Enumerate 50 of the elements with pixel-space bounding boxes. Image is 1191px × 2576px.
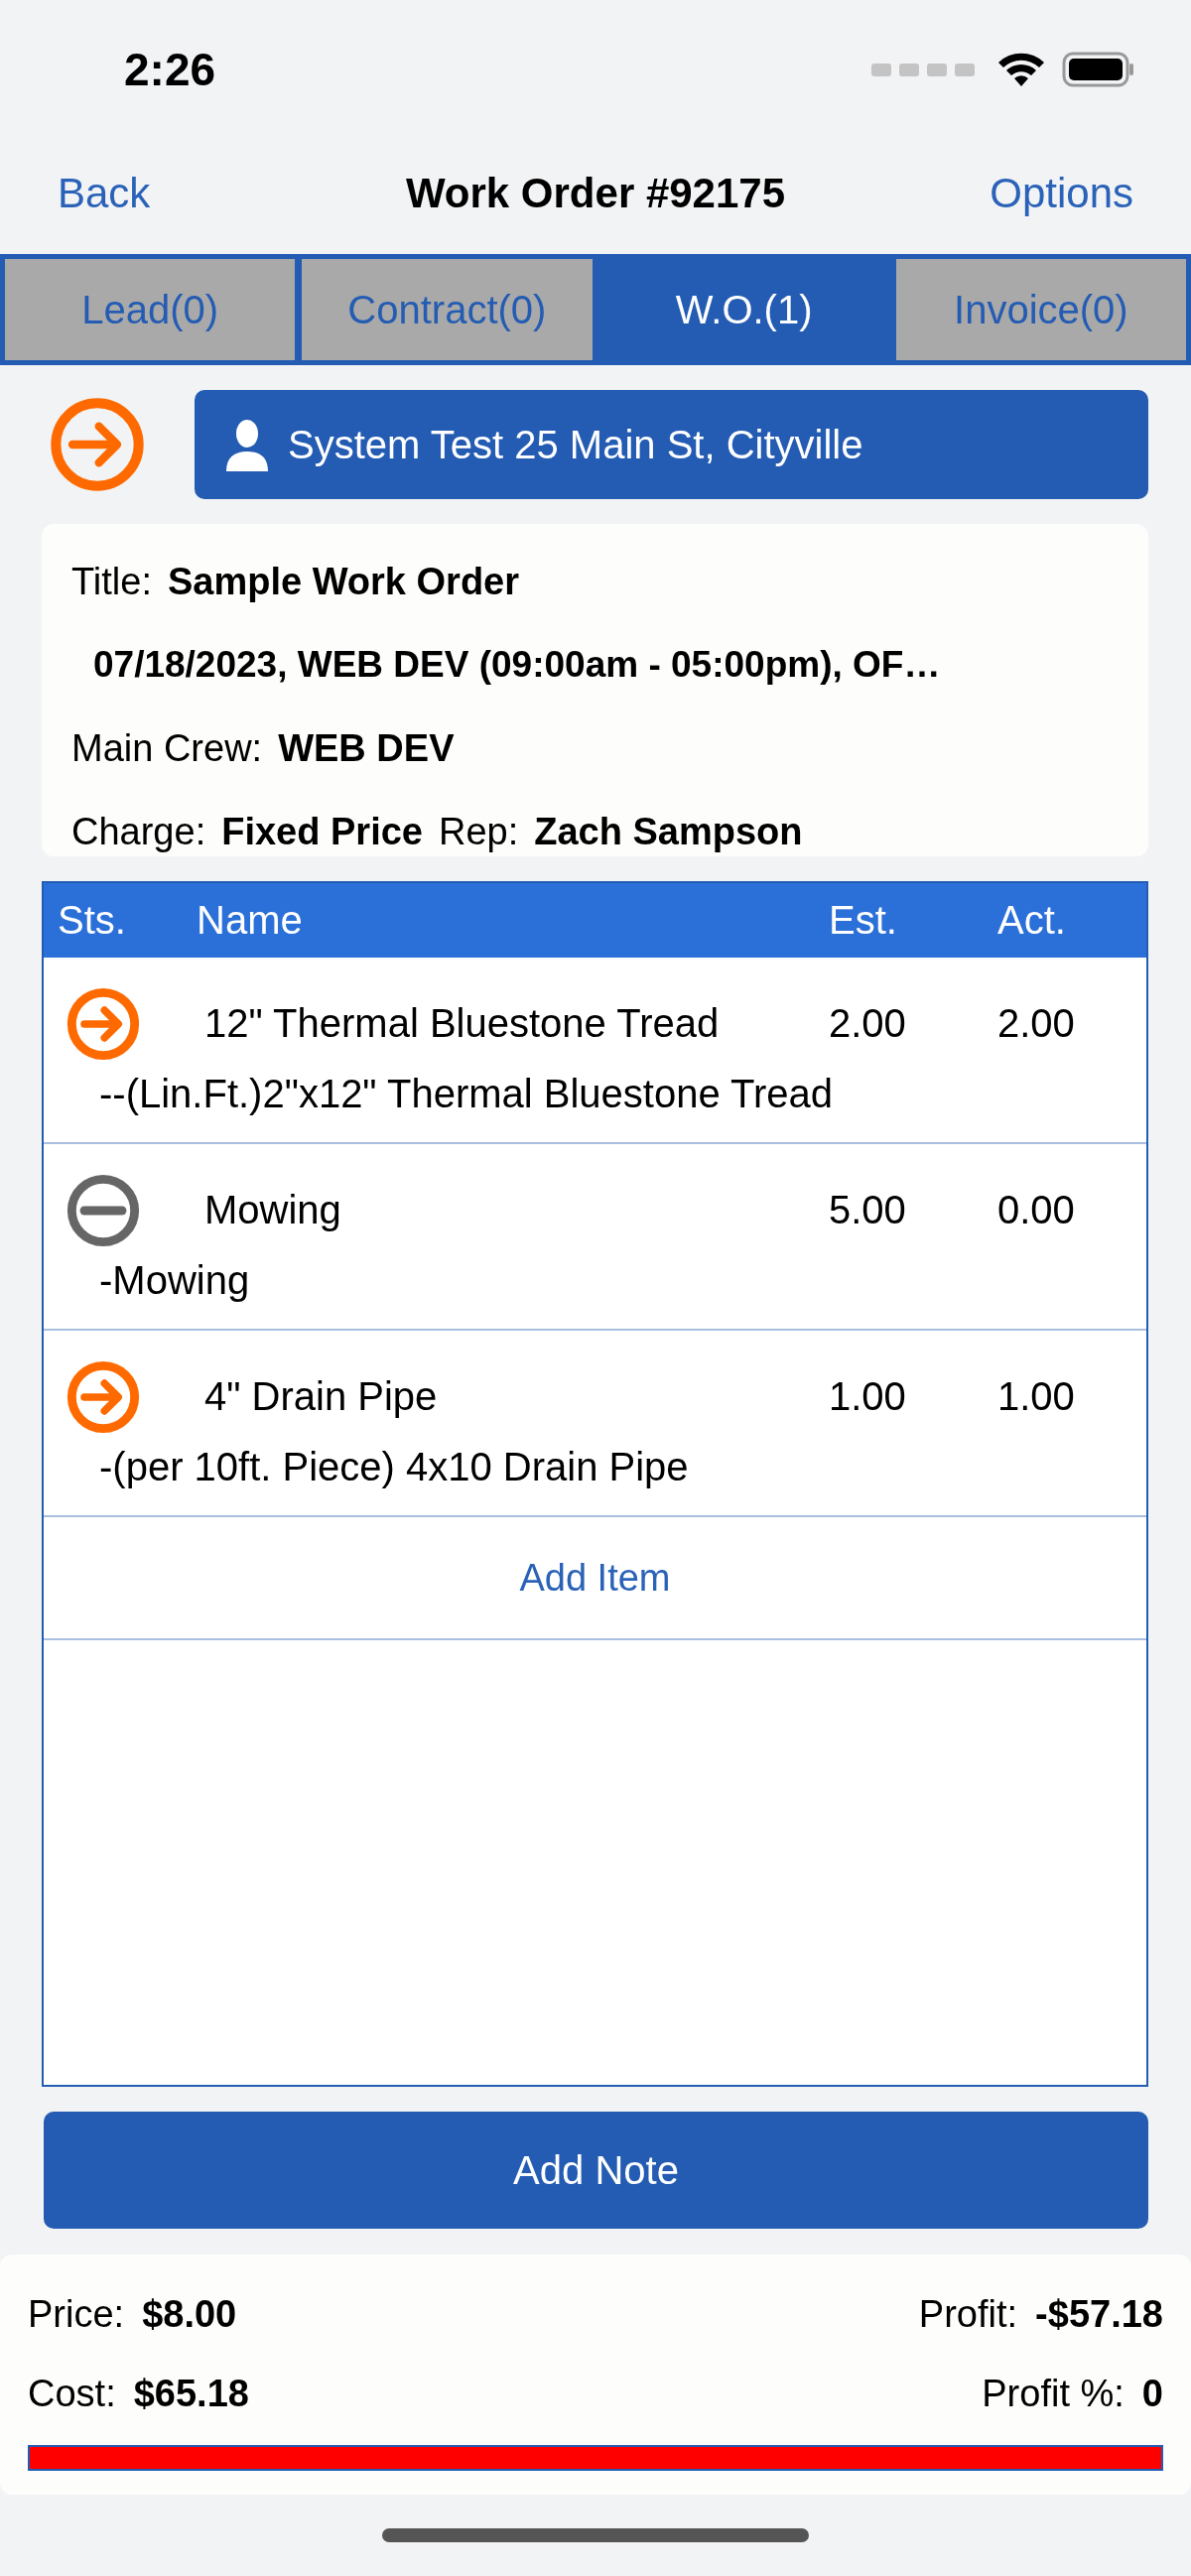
schedule-text: 07/18/2023, WEB DEV (09:00am - 05:00pm), OF… <box>92 644 941 686</box>
item-description: -(per 10ft. Piece) 4x10 Drain Pipe <box>99 1444 689 1488</box>
arrow-circle-icon[interactable] <box>48 395 147 494</box>
arrow-circle-icon <box>66 985 141 1062</box>
item-name: 4" Drain Pipe <box>204 1374 439 1419</box>
cost-label: Cost: <box>28 2372 116 2415</box>
add-note-button[interactable]: Add Note <box>44 2112 1148 2229</box>
profit-label: Profit: <box>918 2292 1018 2336</box>
customer-button[interactable]: System Test 25 Main St, Cityville <box>195 390 1148 499</box>
profit-percent-value: 0 <box>1141 2372 1163 2415</box>
price-label: Price: <box>28 2292 125 2336</box>
arrow-circle-icon <box>66 1358 141 1435</box>
field-value: WEB DEV <box>278 726 455 770</box>
person-icon <box>224 418 270 471</box>
minus-circle-icon <box>66 1172 141 1248</box>
column-header: Name <box>197 898 304 943</box>
status-time: 2:26 <box>124 43 216 96</box>
item-row[interactable]: Mowing 5.00 0.00 -Mowing <box>44 1144 1146 1331</box>
item-row[interactable]: 4" Drain Pipe 1.00 1.00 -(per 10ft. Piece) 4x10 Drain Pipe <box>44 1331 1146 1517</box>
table-cell-text: 2.00 <box>829 1001 907 1046</box>
table-cell-text: 5.00 <box>829 1188 907 1232</box>
field-value: Sample Work Order <box>167 560 520 603</box>
cost-value: $65.18 <box>133 2372 249 2415</box>
price-value: $8.00 <box>142 2292 237 2336</box>
field-label: Title: <box>71 560 152 603</box>
wifi-icon <box>996 51 1046 88</box>
item-description: -Mowing <box>99 1257 250 1302</box>
back-button[interactable]: Back <box>58 170 151 217</box>
table-cell-text: 2.00 <box>997 1001 1076 1046</box>
column-header: Est. <box>829 898 898 943</box>
options-button[interactable]: Options <box>990 170 1133 217</box>
field-label: Main Crew: <box>71 726 263 770</box>
item-description: --(Lin.Ft.)2"x12" Thermal Bluestone Tread <box>99 1071 834 1115</box>
screen-title: Work Order #92175 <box>405 170 786 216</box>
field-label: Charge: <box>71 810 206 853</box>
profit-percent-label: Profit %: <box>982 2372 1125 2415</box>
table-cell-text: 1.00 <box>997 1374 1076 1419</box>
item-name: Mowing <box>204 1188 342 1232</box>
table-cell-text: 0.00 <box>997 1188 1076 1232</box>
profit-value: -$57.18 <box>1035 2292 1163 2336</box>
item-name: 12" Thermal Bluestone Tread <box>204 1001 721 1046</box>
table-cell-text: 1.00 <box>829 1374 907 1419</box>
field-label: Rep: <box>438 810 519 853</box>
column-header: Act. <box>997 898 1067 943</box>
battery-icon <box>1062 52 1135 87</box>
field-value: Zach Sampson <box>534 810 803 853</box>
item-row[interactable]: 12" Thermal Bluestone Tread 2.00 2.00 --(Lin.Ft.)2"x12" Thermal Bluestone Tread <box>44 958 1146 1144</box>
column-header: Sts. <box>58 898 127 943</box>
field-value: Fixed Price <box>221 810 423 853</box>
add-item-button[interactable]: Add Item <box>513 1555 677 1601</box>
